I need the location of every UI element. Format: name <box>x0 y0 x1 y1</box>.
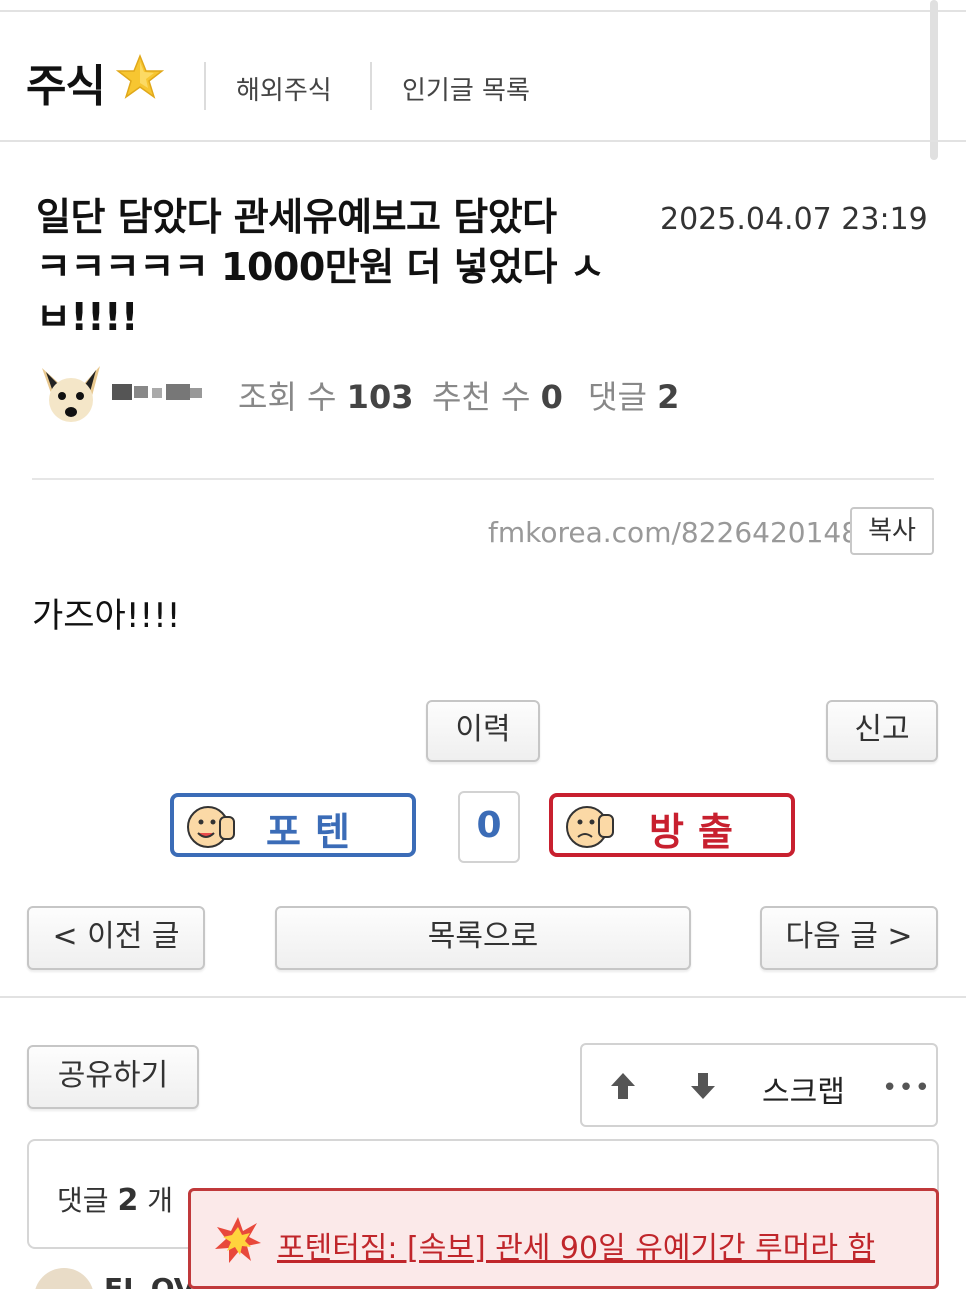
next-post-button[interactable]: 다음 글 > <box>760 906 938 970</box>
downvote-button[interactable]: 방출 <box>549 793 795 857</box>
arrow-down-icon[interactable] <box>686 1069 720 1103</box>
commenter-avatar <box>34 1268 94 1289</box>
comment-count-label: 댓글 <box>588 378 647 416</box>
author-avatar[interactable] <box>38 362 104 428</box>
comment-header-label: 댓글 <box>57 1184 109 1217</box>
comment-count-header: 댓글 2 개 <box>57 1179 173 1219</box>
post-title: 일단 담았다 관세유예보고 담았다 ㅋㅋㅋㅋㅋ 1000만원 더 넣었다 ㅅ ㅂ… <box>36 192 661 342</box>
popular-posts-link[interactable]: 인기글 목록 <box>402 70 530 107</box>
upvote-label: 포텐 <box>266 810 364 854</box>
star-icon[interactable] <box>116 54 164 100</box>
commenter-name: EL OV <box>104 1272 196 1289</box>
content-divider <box>32 478 934 480</box>
thumbs-up-face-icon <box>187 806 235 848</box>
comment-count: 댓글 2 <box>588 372 679 418</box>
copy-url-button[interactable]: 복사 <box>850 507 934 555</box>
arrow-up-icon[interactable] <box>606 1069 640 1103</box>
downvote-label: 방출 <box>649 810 747 854</box>
recommend-count: 추천 수 0 <box>432 372 563 418</box>
post-body: 가즈아!!!! <box>32 596 181 636</box>
post-title-line: ㅂ!!!! <box>36 295 138 339</box>
share-button[interactable]: 공유하기 <box>27 1045 199 1109</box>
view-count-value: 103 <box>346 378 414 416</box>
board-header: 주식 해외주식 인기글 목록 <box>0 12 966 142</box>
back-to-list-button[interactable]: 목록으로 <box>275 906 691 970</box>
history-button[interactable]: 이력 <box>426 700 540 762</box>
post-title-line: 일단 담았다 관세유예보고 담았다 <box>36 195 557 239</box>
upvote-button[interactable]: 포텐 <box>170 793 416 857</box>
view-count: 조회 수 103 <box>238 372 413 418</box>
comment-header-count: 2 <box>117 1183 139 1218</box>
overseas-stocks-link[interactable]: 해외주식 <box>236 70 332 107</box>
recommend-count-value: 0 <box>540 378 563 416</box>
view-count-label: 조회 수 <box>238 378 337 416</box>
board-title[interactable]: 주식 <box>26 50 106 114</box>
thumbs-down-face-icon <box>566 806 614 848</box>
prev-post-button[interactable]: < 이전 글 <box>27 906 205 970</box>
scrap-button[interactable]: 스크랩 <box>762 1067 845 1111</box>
comment-header-unit: 개 <box>147 1184 173 1217</box>
explosion-icon <box>215 1217 261 1263</box>
post-tools: 스크랩 ••• <box>580 1043 938 1127</box>
more-options-icon[interactable]: ••• <box>882 1073 931 1103</box>
post-url[interactable]: fmkorea.com/8226420148 <box>488 516 859 549</box>
header-separator <box>204 62 206 110</box>
post-title-line: ㅋㅋㅋㅋㅋ 1000만원 더 넣었다 ㅅ <box>36 245 605 289</box>
comment-count-value: 2 <box>657 378 680 416</box>
hot-post-link[interactable]: 포텐터짐: [속보] 관세 90일 유예기간 루머라 함 <box>277 1223 875 1267</box>
footer-divider <box>0 996 966 998</box>
header-separator <box>370 62 372 110</box>
author-name-blurred[interactable] <box>112 378 204 406</box>
post-date: 2025.04.07 23:19 <box>660 202 928 237</box>
hot-post-notification[interactable]: 포텐터짐: [속보] 관세 90일 유예기간 루머라 함 <box>188 1188 939 1289</box>
vote-count: 0 <box>458 791 520 863</box>
recommend-count-label: 추천 수 <box>432 378 531 416</box>
report-button[interactable]: 신고 <box>826 700 938 762</box>
